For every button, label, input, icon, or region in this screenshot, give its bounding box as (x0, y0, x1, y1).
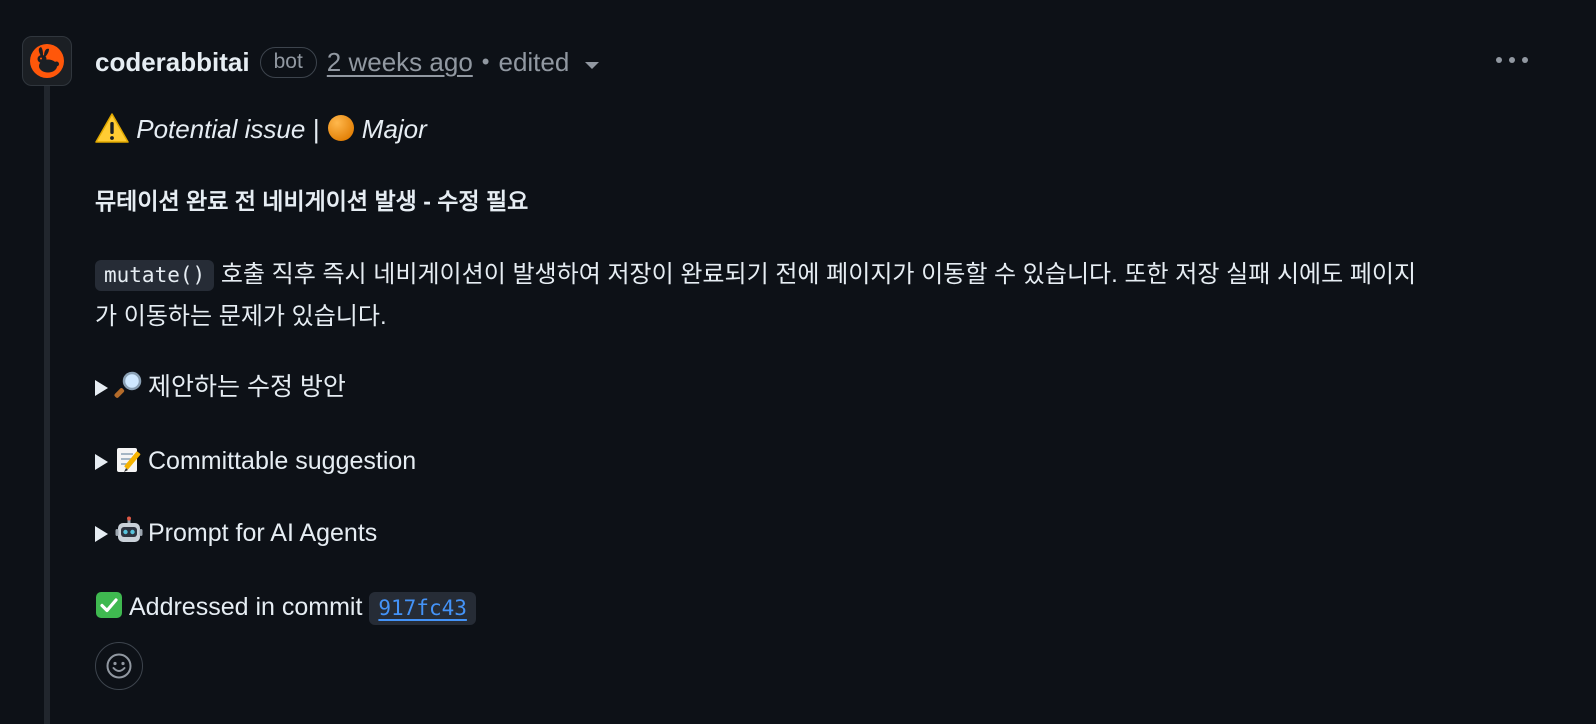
magnifier-icon (114, 371, 142, 398)
expand-triangle-icon[interactable] (95, 454, 108, 470)
severity-level: Major (361, 114, 427, 144)
details-prompt-for-ai-agents[interactable]: Prompt for AI Agents (95, 512, 377, 554)
details-label[interactable]: Prompt for AI Agents (148, 519, 377, 547)
bot-badge: bot (259, 46, 317, 78)
memo-icon (117, 448, 141, 472)
description-text-1: 호출 직후 즉시 네비게이션이 발생하여 저장이 완료되기 전에 페이지가 이동… (214, 261, 1417, 288)
orange-circle-icon (327, 115, 354, 141)
severity-label: Potential issue | (136, 114, 327, 144)
details-committable-suggestion[interactable]: Committable suggestion (95, 440, 416, 482)
edit-history-chevron-down-icon[interactable] (585, 61, 600, 69)
author-name[interactable]: coderabbitai (95, 47, 250, 78)
severity-line: Potential issue | Major (95, 108, 427, 150)
issue-description-line-2: 가 이동하는 문제가 있습니다. (95, 303, 387, 330)
expand-triangle-icon[interactable] (95, 380, 108, 396)
addressed-label: Addressed in commit (129, 593, 370, 621)
warning-sign-icon (95, 113, 129, 143)
add-reaction-button[interactable] (95, 642, 143, 690)
robot-icon (115, 516, 143, 542)
addressed-line: Addressed in commit 917fc43 (95, 586, 476, 629)
commit-link[interactable]: 917fc43 (369, 592, 476, 625)
comment-options-kebab-icon[interactable] (1494, 50, 1530, 70)
smiley-icon (106, 653, 132, 679)
details-label[interactable]: 제안하는 수정 방안 (148, 373, 346, 401)
expand-triangle-icon[interactable] (95, 526, 108, 542)
comment-header: coderabbitai bot 2 weeks ago • edited (95, 40, 600, 84)
edited-label[interactable]: edited (498, 47, 569, 78)
comment-timestamp[interactable]: 2 weeks ago (327, 47, 473, 78)
author-avatar[interactable] (22, 36, 72, 86)
details-label[interactable]: Committable suggestion (148, 447, 416, 475)
issue-description-line-1: mutate() 호출 직후 즉시 네비게이션이 발생하여 저장이 완료되기 전… (95, 254, 1416, 296)
issue-heading: 뮤테이션 완료 전 네비게이션 발생 - 수정 필요 (95, 188, 529, 214)
rabbit-logo-icon (30, 44, 64, 78)
check-mark-icon (96, 592, 122, 618)
timeline-line (44, 84, 50, 724)
details-suggested-fix[interactable]: 제안하는 수정 방안 (95, 366, 346, 408)
inline-code: mutate() (95, 260, 215, 291)
separator-dot: • (481, 49, 490, 74)
